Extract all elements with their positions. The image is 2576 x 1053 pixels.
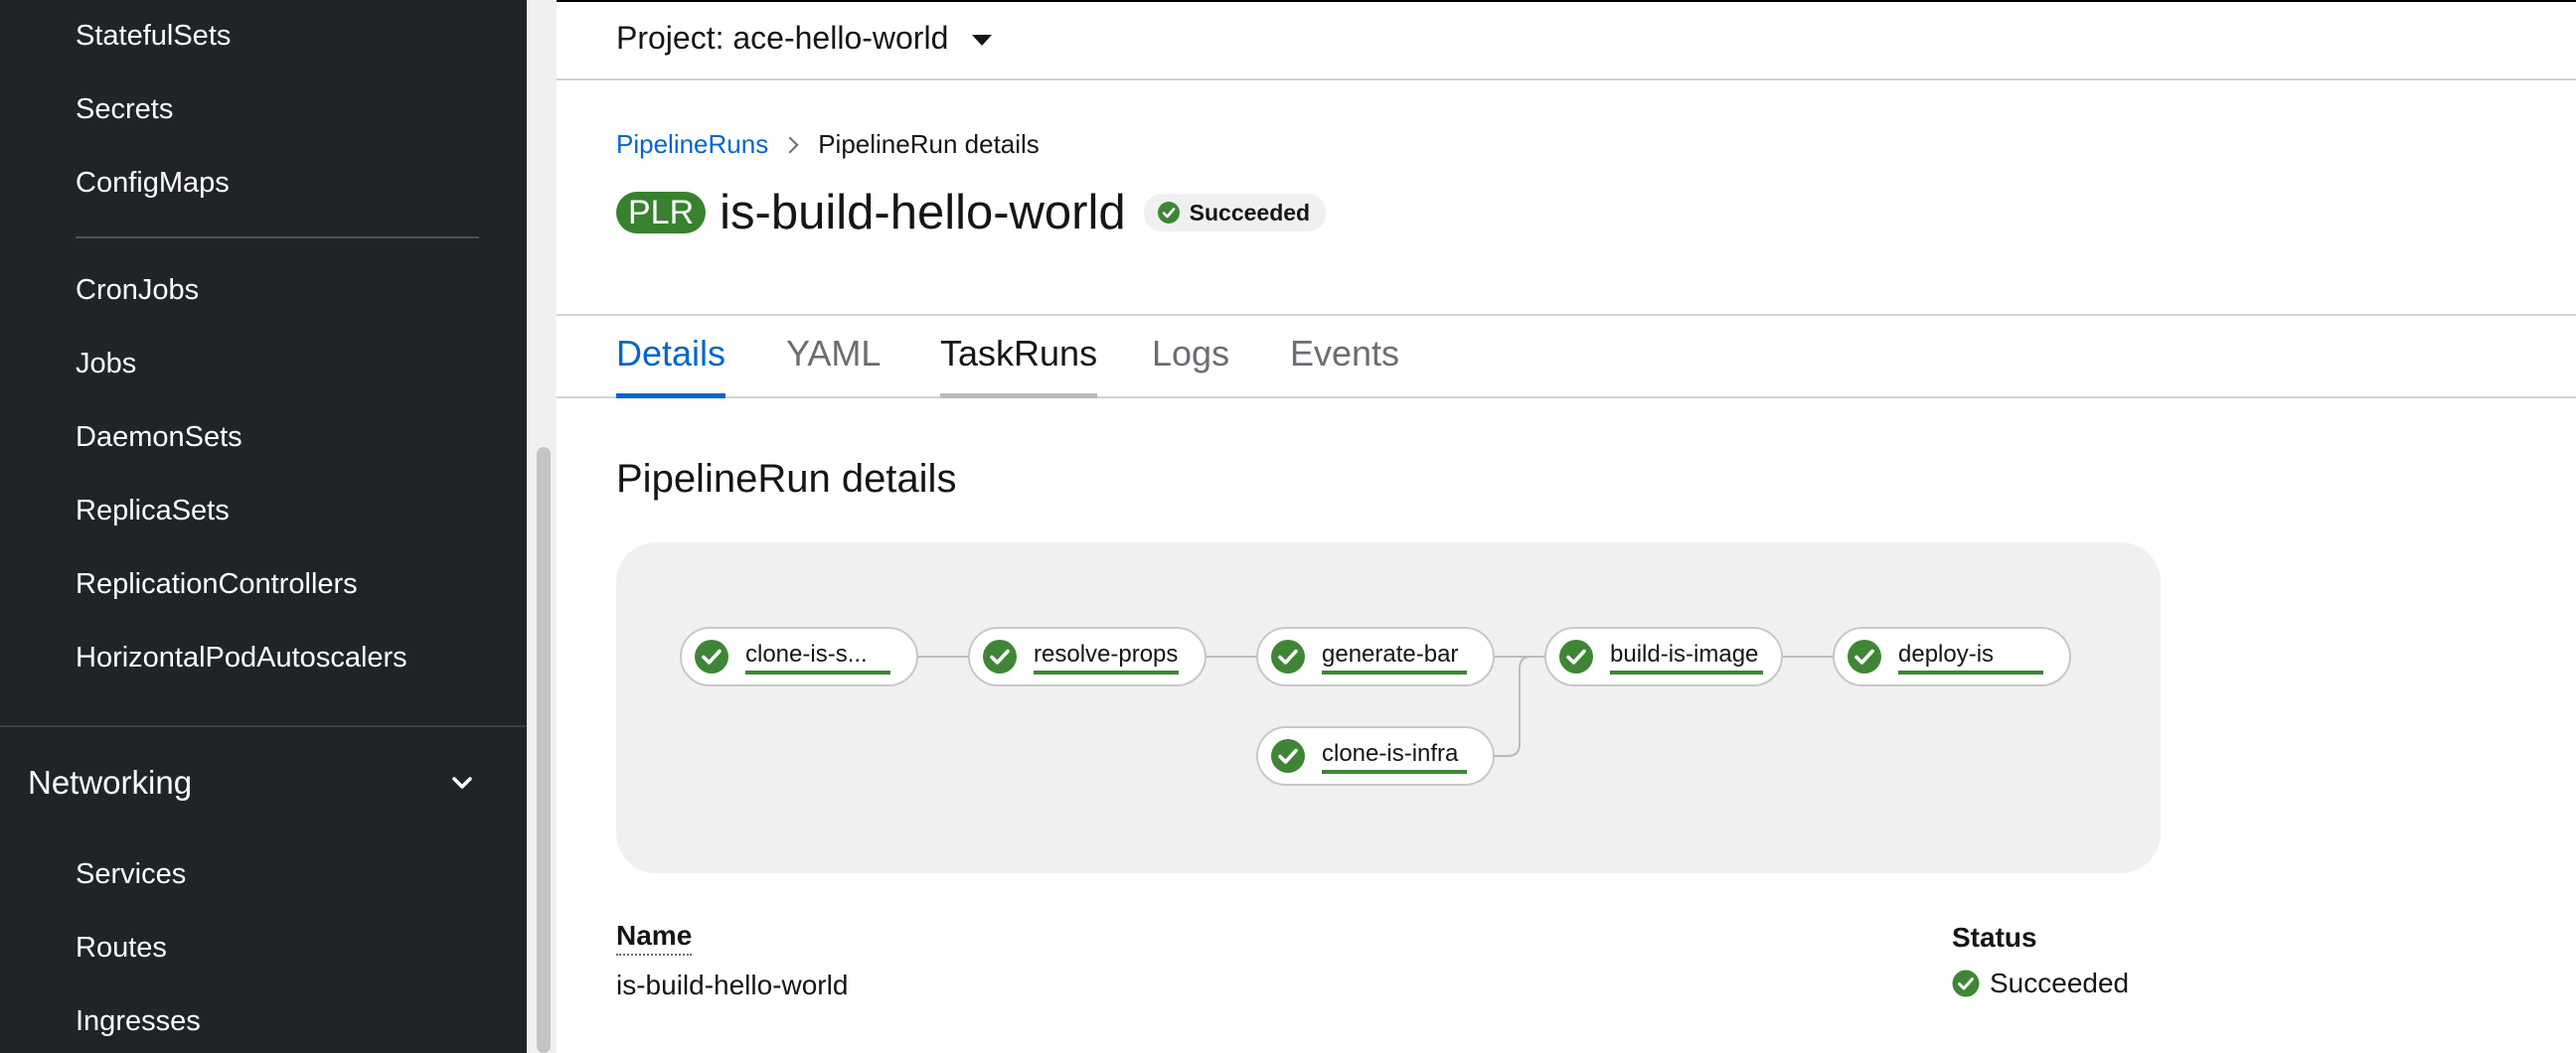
project-selector-label: Project: ace-hello-world [616, 20, 949, 56]
task-node-resolve-props[interactable]: resolve-props [968, 627, 1207, 686]
sidebar-item-replicationcontrollers[interactable]: ReplicationControllers [76, 566, 358, 602]
check-circle-icon [1271, 640, 1305, 674]
caret-down-icon [972, 35, 993, 46]
sidebar-divider [76, 236, 479, 238]
check-circle-icon [1848, 640, 1881, 674]
task-node-text: clone-is-s... [745, 641, 868, 668]
task-node-label: clone-is-s... [745, 641, 890, 675]
check-circle-icon [1559, 640, 1593, 674]
task-node-build-is-image[interactable]: build-is-image [1544, 627, 1783, 686]
sidebar-item-daemonsets[interactable]: DaemonSets [76, 419, 242, 455]
task-node-clone-is-source[interactable]: clone-is-s... [680, 627, 918, 686]
task-progress-underline [1322, 671, 1467, 675]
project-bar: Project: ace-hello-world [557, 0, 2576, 80]
task-node-text: generate-bar [1322, 641, 1459, 668]
status-value: Succeeded [1952, 968, 2129, 999]
status-value-text: Succeeded [1990, 968, 2130, 998]
check-circle-icon [1157, 202, 1180, 224]
sidebar: StatefulSets Secrets ConfigMaps CronJobs… [0, 0, 527, 1053]
task-node-text: build-is-image [1610, 641, 1759, 668]
sidebar-item-configmaps[interactable]: ConfigMaps [76, 165, 230, 201]
main-content: Project: ace-hello-world PipelineRuns Pi… [557, 0, 2576, 1053]
breadcrumb-link-pipelineruns[interactable]: PipelineRuns [616, 129, 768, 160]
task-node-label: clone-is-infra [1322, 740, 1467, 774]
tab-label: Details [616, 332, 726, 374]
status-badge: Succeeded [1143, 194, 1327, 231]
task-node-generate-bar[interactable]: generate-bar [1256, 627, 1495, 686]
tab-label: Events [1290, 332, 1400, 374]
sidebar-item-secrets[interactable]: Secrets [76, 91, 173, 127]
status-label: Status [1952, 922, 2037, 953]
resource-badge: PLR [616, 192, 707, 233]
task-node-label: deploy-is [1898, 641, 2043, 675]
tab-bar: Details YAML TaskRuns Logs Events [557, 316, 2576, 398]
sidebar-item-replicasets[interactable]: ReplicaSets [76, 493, 230, 528]
chevron-down-icon [452, 777, 472, 789]
task-node-clone-is-infra[interactable]: clone-is-infra [1256, 726, 1495, 786]
tab-details[interactable]: Details [616, 316, 726, 398]
task-progress-underline [1610, 671, 1763, 675]
section-title: PipelineRun details [616, 457, 957, 501]
tab-label: YAML [786, 332, 882, 374]
task-progress-underline [1322, 770, 1467, 774]
sidebar-scrollbar-thumb[interactable] [537, 447, 551, 1053]
sidebar-item-horizontalpodautoscalers[interactable]: HorizontalPodAutoscalers [76, 640, 407, 676]
task-node-text: clone-is-infra [1322, 740, 1459, 767]
breadcrumb-current: PipelineRun details [818, 129, 1040, 159]
check-circle-icon [983, 640, 1017, 674]
tab-label: TaskRuns [940, 332, 1098, 374]
status-badge-label: Succeeded [1189, 199, 1311, 226]
task-node-text: deploy-is [1898, 641, 1995, 668]
task-node-label: generate-bar [1322, 641, 1467, 675]
sidebar-item-services[interactable]: Services [76, 856, 186, 892]
page-heading: PLR is-build-hello-world Succeeded [616, 185, 1327, 240]
pipeline-graph-links [918, 656, 1833, 757]
sidebar-section-divider [0, 725, 527, 727]
task-progress-underline [1898, 671, 2043, 675]
breadcrumb: PipelineRuns PipelineRun details [616, 129, 1040, 160]
check-circle-icon [1952, 970, 1980, 997]
sidebar-item-ingresses[interactable]: Ingresses [76, 1003, 201, 1039]
sidebar-item-routes[interactable]: Routes [76, 930, 167, 966]
tab-events[interactable]: Events [1290, 316, 1399, 396]
task-node-text: resolve-props [1034, 641, 1179, 668]
check-circle-icon [1271, 739, 1305, 773]
task-node-deploy-is[interactable]: deploy-is [1833, 627, 2071, 686]
tab-yaml[interactable]: YAML [786, 316, 881, 396]
sidebar-item-statefulsets[interactable]: StatefulSets [76, 18, 231, 54]
task-node-label: resolve-props [1034, 641, 1179, 675]
name-label[interactable]: Name [616, 920, 693, 956]
chevron-right-icon [781, 136, 799, 153]
tab-label: Logs [1152, 332, 1230, 374]
check-circle-icon [695, 640, 728, 674]
page-title: is-build-hello-world [720, 186, 1126, 239]
task-progress-underline [1034, 671, 1179, 675]
pipeline-graph: clone-is-s... resolve-props generate-bar… [616, 542, 2161, 873]
tab-taskruns[interactable]: TaskRuns [940, 316, 1098, 398]
tab-logs[interactable]: Logs [1152, 316, 1229, 396]
project-selector[interactable]: Project: ace-hello-world [616, 20, 993, 57]
task-node-label: build-is-image [1610, 641, 1763, 675]
sidebar-item-jobs[interactable]: Jobs [76, 346, 136, 381]
sidebar-section-networking[interactable]: Networking [28, 763, 475, 803]
sidebar-section-label: Networking [28, 764, 193, 801]
task-progress-underline [745, 671, 890, 675]
name-value: is-build-hello-world [616, 970, 849, 1000]
sidebar-item-cronjobs[interactable]: CronJobs [76, 272, 199, 308]
